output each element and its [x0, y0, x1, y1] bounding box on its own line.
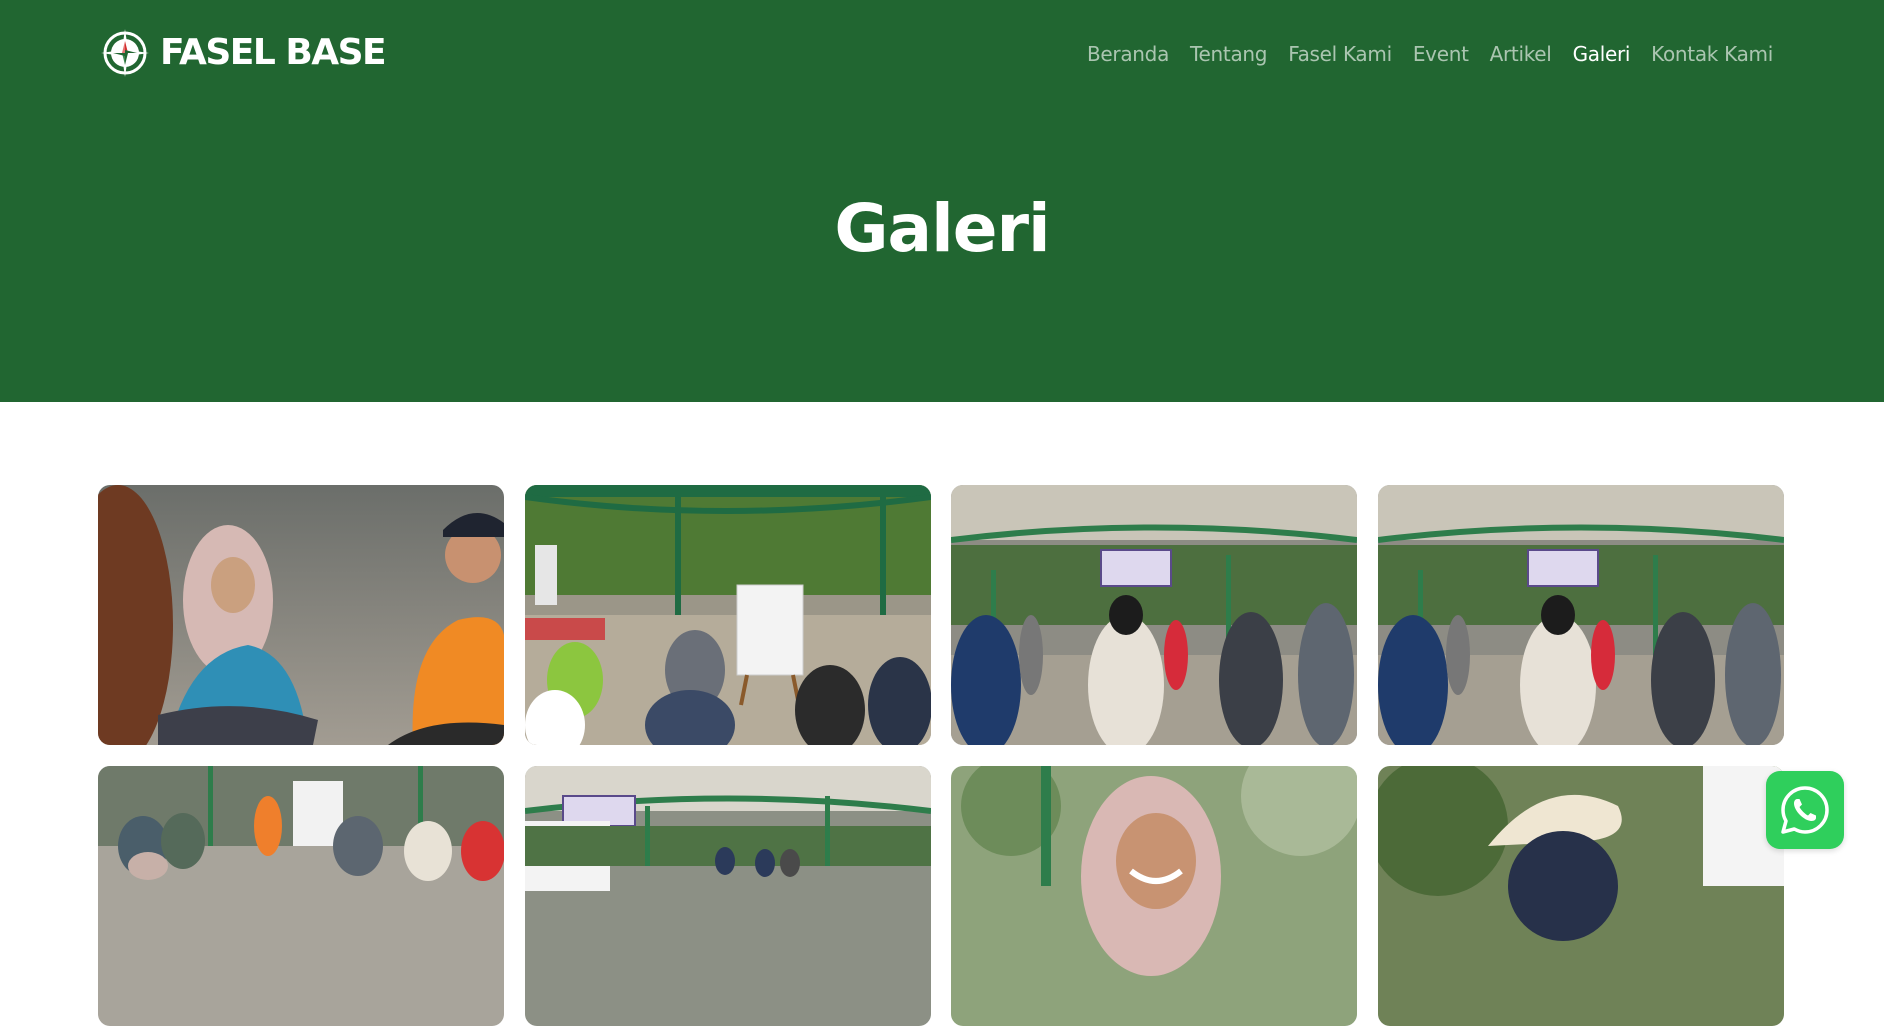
photo-laughing-participants [98, 485, 504, 745]
site-header: FASEL BASE Beranda Tentang Fasel Kami Ev… [0, 0, 1884, 402]
photo-gallery [98, 485, 1784, 1026]
compass-icon [101, 29, 149, 77]
gallery-photo[interactable] [524, 766, 931, 1026]
gallery-photo[interactable] [951, 766, 1358, 1026]
brand-logo[interactable]: FASEL BASE [98, 25, 387, 81]
nav-galeri[interactable]: Galeri [1573, 39, 1631, 69]
gallery-photo[interactable] [98, 485, 504, 745]
nav-fasel-kami[interactable]: Fasel Kami [1288, 39, 1392, 69]
photo-smiling-woman [951, 766, 1358, 1026]
brand-name: FASEL BASE [160, 32, 387, 73]
gallery-photo[interactable] [524, 485, 931, 745]
gallery-photo[interactable] [98, 766, 504, 1026]
nav-event[interactable]: Event [1413, 39, 1469, 69]
nav-kontak-kami[interactable]: Kontak Kami [1651, 39, 1773, 69]
photo-standing-circle [1377, 485, 1784, 745]
gallery-photo[interactable] [951, 485, 1358, 745]
photo-group-whiteboard [524, 485, 931, 745]
photo-standing-circle [951, 485, 1358, 745]
photo-cream-cap-person [1377, 766, 1784, 1026]
nav-tentang[interactable]: Tentang [1190, 39, 1267, 69]
gallery-photo[interactable] [1377, 485, 1784, 745]
photo-tent-banner [524, 766, 931, 1026]
main-nav: Beranda Tentang Fasel Kami Event Artikel… [1087, 39, 1773, 69]
nav-artikel[interactable]: Artikel [1490, 39, 1552, 69]
photo-facilitator-flipchart [98, 766, 504, 1026]
whatsapp-button[interactable] [1766, 771, 1844, 849]
page-title: Galeri [834, 190, 1050, 267]
whatsapp-icon [1781, 786, 1829, 834]
gallery-photo[interactable] [1377, 766, 1784, 1026]
nav-beranda[interactable]: Beranda [1087, 39, 1169, 69]
